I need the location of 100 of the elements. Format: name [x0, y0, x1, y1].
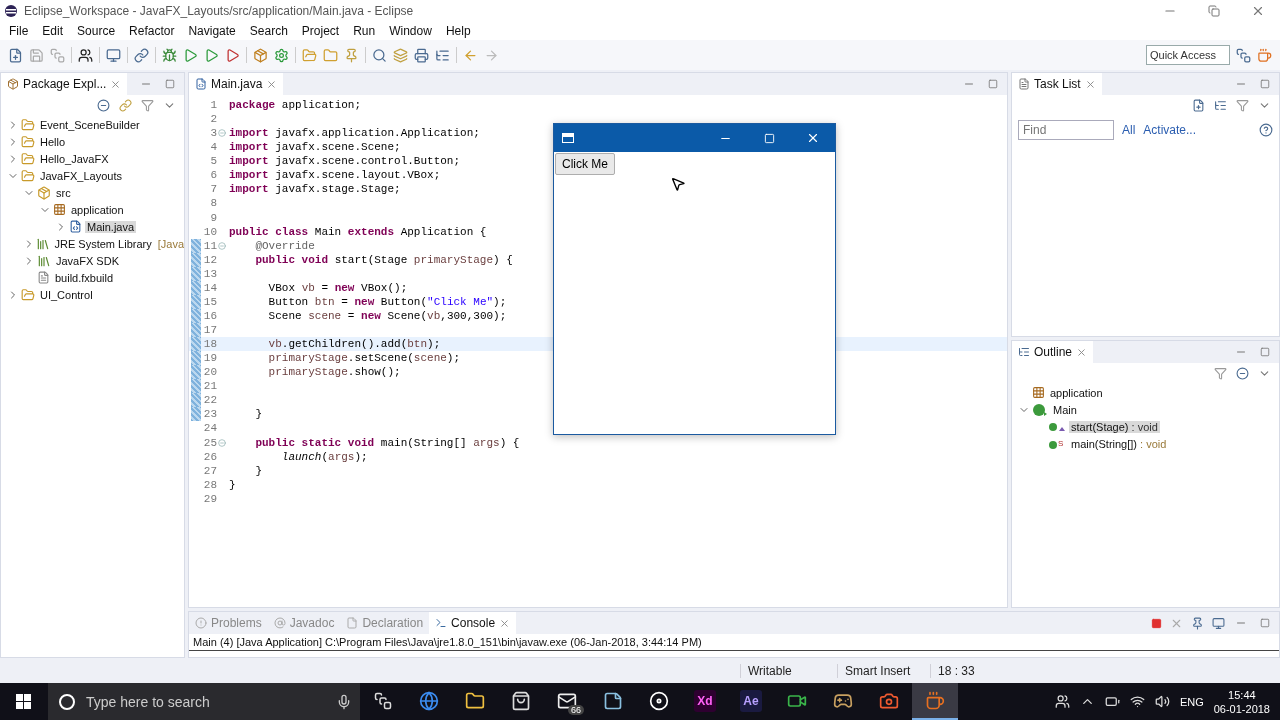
close-icon[interactable] [806, 131, 820, 145]
maximize-icon[interactable] [1208, 5, 1220, 17]
fold-icon[interactable] [218, 438, 226, 447]
menu-item[interactable]: Refactor [122, 24, 182, 38]
tree-item[interactable]: UI_Control [38, 288, 95, 301]
line-number: 13 [202, 267, 217, 280]
close-tab-icon[interactable] [1084, 78, 1096, 90]
print-icon[interactable] [414, 47, 429, 63]
menu-item[interactable]: Navigate [181, 24, 243, 38]
menu-item[interactable]: Project [294, 24, 347, 38]
pin-icon[interactable] [1191, 616, 1204, 630]
maximize-view-icon[interactable] [988, 79, 998, 89]
folder-icon[interactable] [323, 47, 338, 63]
outline-icon [1018, 346, 1030, 358]
menu-item[interactable]: File [2, 24, 36, 38]
outline-item[interactable]: start(Stage) : void [1069, 420, 1160, 433]
maximize-view-icon[interactable] [165, 79, 175, 89]
outline-item[interactable]: main(String[]) : void [1069, 437, 1169, 450]
close-icon[interactable] [1251, 4, 1265, 18]
maximize-icon[interactable] [763, 132, 775, 144]
maximize-view-icon[interactable] [1260, 347, 1270, 357]
tree-item[interactable]: src [54, 186, 73, 199]
notification-count: 66 [568, 705, 584, 715]
help-icon[interactable] [1259, 123, 1273, 137]
task-view-icon[interactable] [374, 691, 392, 710]
fold-icon[interactable] [218, 129, 226, 138]
tree-item[interactable]: JRE System Library [52, 237, 154, 250]
close-tab-icon[interactable] [110, 78, 122, 90]
line-number: 11 [202, 239, 217, 252]
search-icon[interactable] [372, 47, 387, 63]
menu-item[interactable]: Run [346, 24, 383, 38]
pin-icon[interactable] [344, 47, 359, 63]
new-file-icon[interactable] [8, 47, 23, 63]
click-me-button[interactable]: Click Me [555, 153, 615, 175]
play-icon[interactable] [204, 47, 219, 63]
tree-item[interactable]: JavaFX SDK [54, 254, 121, 267]
outline-item[interactable]: Main [1051, 403, 1079, 416]
close-tab-icon[interactable] [266, 78, 278, 90]
link-icon[interactable] [119, 99, 132, 112]
filter-link[interactable]: Activate... [1143, 123, 1197, 137]
filter-link[interactable]: All [1122, 123, 1136, 137]
menu-item[interactable]: Search [242, 24, 295, 38]
clock-date[interactable]: 06-01-2018 [1213, 701, 1270, 716]
taskbar-app[interactable]: Ae [728, 683, 774, 720]
settings-icon[interactable] [274, 47, 289, 63]
maximize-view-icon[interactable] [1260, 79, 1270, 89]
run-icon[interactable] [183, 47, 198, 63]
tree-item[interactable]: Hello [38, 135, 68, 148]
tree-item[interactable]: JavaFX_Layouts [38, 169, 124, 182]
collapse-all-icon[interactable] [97, 99, 110, 112]
volume-icon[interactable] [1154, 694, 1170, 709]
menu-item[interactable]: Edit [35, 24, 71, 38]
monitor-icon[interactable] [106, 47, 121, 63]
language-indicator[interactable]: ENG [1179, 695, 1204, 708]
terminate-icon[interactable] [1151, 617, 1162, 629]
microphone-icon[interactable] [336, 693, 352, 710]
folder-open-icon[interactable] [302, 47, 317, 63]
window-title: Eclipse_Workspace - JavaFX_Layouts/src/application/Main.java - Eclipse [24, 4, 415, 18]
monitor-icon[interactable] [1212, 616, 1225, 630]
close-tab-icon[interactable] [1076, 346, 1088, 358]
list-tree-icon[interactable] [435, 47, 450, 63]
tree-item[interactable]: application [69, 203, 126, 216]
tree-item[interactable]: Main.java [85, 220, 137, 233]
quick-access-field[interactable]: Quick Access [1146, 45, 1230, 65]
filter-icon[interactable] [1214, 367, 1227, 380]
menu-item[interactable]: Window [382, 24, 439, 38]
list-tree-icon[interactable] [1214, 99, 1227, 112]
package-icon[interactable] [253, 47, 268, 63]
save-icon[interactable] [29, 47, 44, 63]
filter-icon[interactable] [1236, 99, 1249, 112]
taskbar-app[interactable]: 66 [544, 683, 590, 720]
fold-icon[interactable] [218, 241, 226, 250]
maximize-view-icon[interactable] [1260, 618, 1270, 628]
perspective-icon[interactable] [1236, 47, 1251, 63]
tree-item[interactable]: Event_SceneBuilder [38, 118, 142, 131]
layers-icon[interactable] [393, 47, 408, 63]
battery-icon[interactable] [1104, 694, 1120, 709]
copy-icon[interactable] [50, 47, 65, 63]
wifi-icon[interactable] [1129, 694, 1145, 709]
link-icon[interactable] [134, 47, 149, 63]
menu-item[interactable]: Help [438, 24, 478, 38]
line-number: 17 [202, 324, 217, 337]
menu-item[interactable]: Source [70, 24, 123, 38]
people-icon[interactable] [1054, 694, 1070, 709]
find-field[interactable]: Find [1018, 120, 1114, 140]
taskbar-search-field[interactable]: Type here to search [48, 683, 360, 720]
taskbar-app[interactable]: Xd [682, 683, 728, 720]
new-task-icon[interactable] [1192, 99, 1205, 112]
close-tab-icon[interactable] [499, 617, 511, 629]
clock-time[interactable]: 15:44 [1228, 687, 1256, 702]
tree-item[interactable]: Hello_JavaFX [38, 152, 111, 165]
filter-icon[interactable] [141, 99, 154, 112]
coffee-cup-icon[interactable] [1257, 47, 1272, 63]
class-icon [1032, 402, 1048, 417]
collapse-all-icon[interactable] [1236, 367, 1249, 380]
play-icon[interactable] [225, 47, 240, 63]
arrow-right-icon[interactable] [484, 47, 499, 63]
outline-item[interactable]: application [1048, 386, 1105, 399]
bug-icon[interactable] [162, 47, 177, 63]
tree-item[interactable]: build.fxbuild [53, 271, 116, 284]
